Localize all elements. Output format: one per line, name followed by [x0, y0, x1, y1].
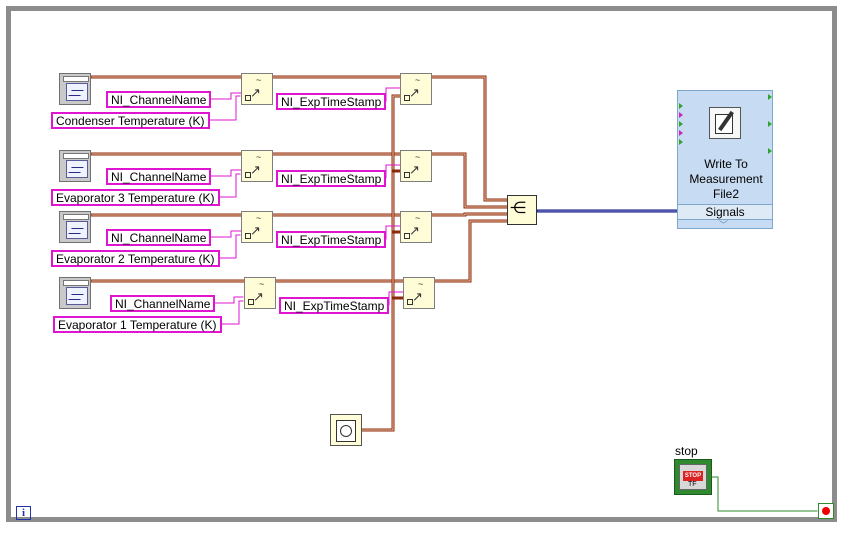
wire-time-bus-hl	[361, 95, 402, 431]
output-terminal-arrow	[768, 121, 772, 127]
input-terminal-arrow	[679, 121, 683, 127]
timestamp-constant-row1[interactable]: NI_ExpTimeStamp	[276, 93, 387, 110]
channel-name-constant-row3[interactable]: NI_ChannelName	[106, 229, 212, 246]
wire-time-bus	[360, 94, 403, 432]
channel-name-constant-row2[interactable]: NI_ChannelName	[106, 168, 212, 185]
get-date-time-function[interactable]	[330, 414, 362, 446]
output-terminal-arrow	[768, 148, 772, 154]
channel-label-constant-row1[interactable]: Condenser Temperature (K)	[51, 112, 210, 129]
channel-name-constant-row4[interactable]: NI_ChannelName	[110, 295, 216, 312]
merge-signals-node[interactable]: ⋲	[507, 195, 537, 225]
clock-icon	[336, 420, 356, 442]
timestamp-constant-row4[interactable]: NI_ExpTimeStamp	[279, 297, 390, 314]
timestamp-constant-row2[interactable]: NI_ExpTimeStamp	[276, 170, 387, 187]
channel-name-constant-row1[interactable]: NI_ChannelName	[106, 91, 212, 108]
write-node-title: Write To Measurement File2	[689, 157, 763, 201]
wire-stop	[711, 476, 819, 512]
stop-button-face: STOP	[683, 471, 703, 481]
signal-terminal-row4[interactable]	[59, 277, 91, 309]
set-attribute-vi-name-row1[interactable]: ~ ↗	[241, 73, 273, 105]
input-terminal-arrow	[679, 139, 683, 145]
set-attribute-vi-time-row2[interactable]: ~ ↗	[400, 150, 432, 182]
stop-condition-icon	[822, 507, 830, 515]
write-measurement-file-node[interactable]: Write To Measurement File2 Signals ﹀	[677, 90, 773, 231]
input-terminal-arrow	[679, 112, 683, 118]
input-terminal-arrow	[679, 130, 683, 136]
signal-terminal-row1[interactable]	[59, 73, 91, 105]
signal-terminal-row2[interactable]	[59, 150, 91, 182]
stop-button-terminal[interactable]: STOP TF	[674, 459, 712, 495]
set-attribute-vi-time-row4[interactable]: ~ ↗	[403, 277, 435, 309]
set-attribute-vi-name-row3[interactable]: ~ ↗	[241, 211, 273, 243]
output-terminal-arrow	[708, 473, 712, 479]
wire-row4-c	[433, 219, 509, 283]
boolean-type-indicator: TF	[688, 481, 697, 488]
merge-icon: ⋲	[510, 200, 526, 217]
loop-iteration-icon[interactable]: i	[16, 506, 31, 520]
channel-label-constant-row3[interactable]: Evaporator 2 Temperature (K)	[51, 250, 220, 267]
set-attribute-vi-time-row3[interactable]: ~ ↗	[400, 211, 432, 243]
timestamp-constant-row3[interactable]: NI_ExpTimeStamp	[276, 231, 387, 248]
write-file-icon	[709, 107, 741, 139]
wire-row1-c-hl	[431, 76, 508, 201]
signal-terminal-row3[interactable]	[59, 211, 91, 243]
stop-label: stop	[675, 444, 698, 458]
expand-chevron-icon[interactable]: ﹀	[719, 218, 728, 231]
input-terminal-arrow	[679, 103, 683, 109]
channel-label-constant-row4[interactable]: Evaporator 1 Temperature (K)	[53, 316, 222, 333]
set-attribute-vi-time-row1[interactable]: ~ ↗	[400, 73, 432, 105]
set-attribute-vi-name-row4[interactable]: ~ ↗	[244, 277, 276, 309]
set-attribute-vi-name-row2[interactable]: ~ ↗	[241, 150, 273, 182]
loop-condition-terminal[interactable]	[818, 503, 834, 519]
channel-label-constant-row2[interactable]: Evaporator 3 Temperature (K)	[51, 189, 220, 206]
output-terminal-arrow	[768, 94, 772, 100]
wire-row1-c	[430, 75, 509, 202]
